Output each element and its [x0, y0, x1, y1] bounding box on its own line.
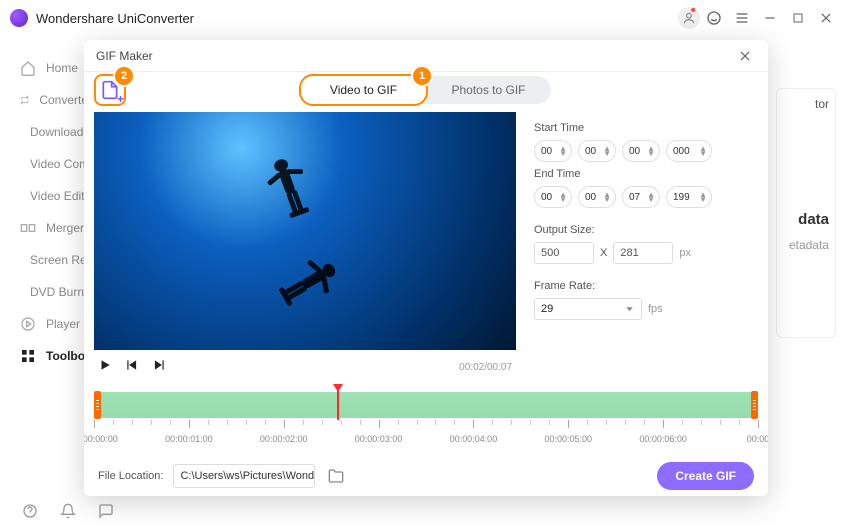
maximize-button[interactable] [784, 4, 812, 32]
sidebar-label: Video Compressor [30, 157, 92, 171]
timeline: 00:00:00:00 00:00:01:00 00:00:02:00 00:00:0… [84, 392, 768, 442]
minimize-button[interactable] [756, 4, 784, 32]
file-location-select[interactable]: C:\Users\ws\Pictures\Wonders ▼ [173, 464, 315, 488]
end-ms-input[interactable]: 199▲▼ [666, 186, 712, 208]
tab-label: Video to GIF [330, 83, 397, 97]
output-height-input[interactable]: 281 [613, 242, 673, 264]
frame-rate-label: Frame Rate: [534, 280, 756, 292]
output-size-label: Output Size: [534, 224, 756, 236]
sidebar-item-dvd[interactable]: DVD Burner [0, 276, 92, 308]
next-frame-button[interactable] [152, 358, 166, 377]
sidebar-footer [0, 503, 114, 519]
diver-icon [266, 243, 352, 321]
px-label: px [679, 247, 691, 259]
account-button[interactable] [678, 7, 700, 29]
start-ms-input[interactable]: 000▲▼ [666, 140, 712, 162]
open-folder-button[interactable] [325, 465, 347, 487]
play-button[interactable] [98, 358, 112, 377]
sidebar-item-downloader[interactable]: Downloader [0, 116, 92, 148]
plus-icon: + [117, 92, 124, 106]
end-time-label: End Time [534, 168, 756, 180]
support-icon[interactable] [700, 4, 728, 32]
frame-rate-select[interactable]: 29▼ [534, 298, 642, 320]
tick-label: 00:00:04:00 [450, 434, 498, 444]
sidebar-label: Home [46, 61, 78, 75]
sidebar-item-converter[interactable]: Converter [0, 84, 92, 116]
dialog-footer: File Location: C:\Users\ws\Pictures\Wond… [84, 456, 768, 496]
sidebar-item-toolbox[interactable]: Toolbox [0, 340, 92, 372]
sidebar-item-player[interactable]: Player [0, 308, 92, 340]
file-location-label: File Location: [98, 470, 163, 482]
output-width-input[interactable]: 500 [534, 242, 594, 264]
end-seconds-input[interactable]: 07▲▼ [622, 186, 660, 208]
end-hours-input[interactable]: 00▲▼ [534, 186, 572, 208]
start-time-label: Start Time [534, 122, 756, 134]
timeline-track[interactable] [94, 392, 758, 418]
timeline-labels: 00:00:00:0000:00:01:0000:00:02:0000:00:0… [94, 434, 758, 448]
timeline-ticks [94, 420, 758, 432]
mode-tabs: Video to GIF 1 Photos to GIF [301, 76, 551, 104]
help-icon[interactable] [22, 503, 38, 519]
notification-icon[interactable] [60, 503, 76, 519]
sidebar-item-merger[interactable]: Merger [0, 212, 92, 244]
tab-photos-to-gif[interactable]: Photos to GIF [426, 76, 551, 104]
params-panel: Start Time 00▲▼ 00▲▼ 00▲▼ 000▲▼ End Time… [534, 116, 756, 320]
tick-label: 00:00:00:00 [84, 434, 118, 444]
sidebar-label: Video Editor [30, 189, 92, 203]
add-file-button[interactable]: + 2 [94, 74, 126, 106]
create-gif-button[interactable]: Create GIF [657, 462, 754, 490]
app-title: Wondershare UniConverter [36, 11, 194, 26]
sidebar-label: Screen Recorder [30, 253, 92, 267]
diver-icon [254, 146, 325, 229]
sidebar-item-compressor[interactable]: Video Compressor [0, 148, 92, 180]
sidebar-label: Player [46, 317, 80, 331]
tick-label: 00:00:02:00 [260, 434, 308, 444]
play-controls: 00:02/00:07 [94, 356, 516, 378]
sidebar-item-editor[interactable]: Video Editor [0, 180, 92, 212]
sidebar-item-recorder[interactable]: Screen Recorder [0, 244, 92, 276]
menu-icon[interactable] [728, 4, 756, 32]
gif-maker-dialog: GIF Maker + 2 Video to GIF 1 Photos to G… [84, 40, 768, 496]
sidebar-label: Downloader [30, 125, 92, 139]
start-minutes-input[interactable]: 00▲▼ [578, 140, 616, 162]
dialog-close-button[interactable] [734, 45, 756, 67]
app-logo-icon [10, 9, 28, 27]
start-seconds-input[interactable]: 00▲▼ [622, 140, 660, 162]
fps-label: fps [648, 303, 663, 315]
create-gif-label: Create GIF [675, 469, 736, 483]
add-file-badge: 2 [115, 67, 133, 85]
video-preview[interactable] [94, 112, 516, 350]
close-button[interactable] [812, 4, 840, 32]
end-minutes-input[interactable]: 00▲▼ [578, 186, 616, 208]
titlebar: Wondershare UniConverter [0, 0, 850, 36]
sidebar-label: Merger [46, 221, 84, 235]
tab-label: Photos to GIF [451, 83, 525, 97]
tick-label: 00:00 [747, 434, 768, 444]
x-separator: X [600, 247, 607, 259]
start-hours-input[interactable]: 00▲▼ [534, 140, 572, 162]
trim-handle-left[interactable] [94, 391, 101, 419]
time-display: 00:02/00:07 [459, 362, 512, 373]
tick-label: 00:00:01:00 [165, 434, 213, 444]
background-content: tor data etadata CD. [776, 88, 836, 338]
prev-frame-button[interactable] [125, 358, 139, 377]
tick-label: 00:00:05:00 [545, 434, 593, 444]
tick-label: 00:00:06:00 [639, 434, 687, 444]
sidebar: Home Converter Downloader Video Compress… [0, 36, 92, 527]
feedback-icon[interactable] [98, 503, 114, 519]
file-location-path: C:\Users\ws\Pictures\Wonders [180, 470, 315, 482]
tick-label: 00:00:03:00 [355, 434, 403, 444]
sidebar-item-home[interactable]: Home [0, 52, 92, 84]
dialog-title: GIF Maker [96, 49, 153, 63]
trim-handle-right[interactable] [751, 391, 758, 419]
sidebar-label: DVD Burner [30, 285, 92, 299]
tab-video-to-gif[interactable]: Video to GIF 1 [299, 74, 428, 106]
